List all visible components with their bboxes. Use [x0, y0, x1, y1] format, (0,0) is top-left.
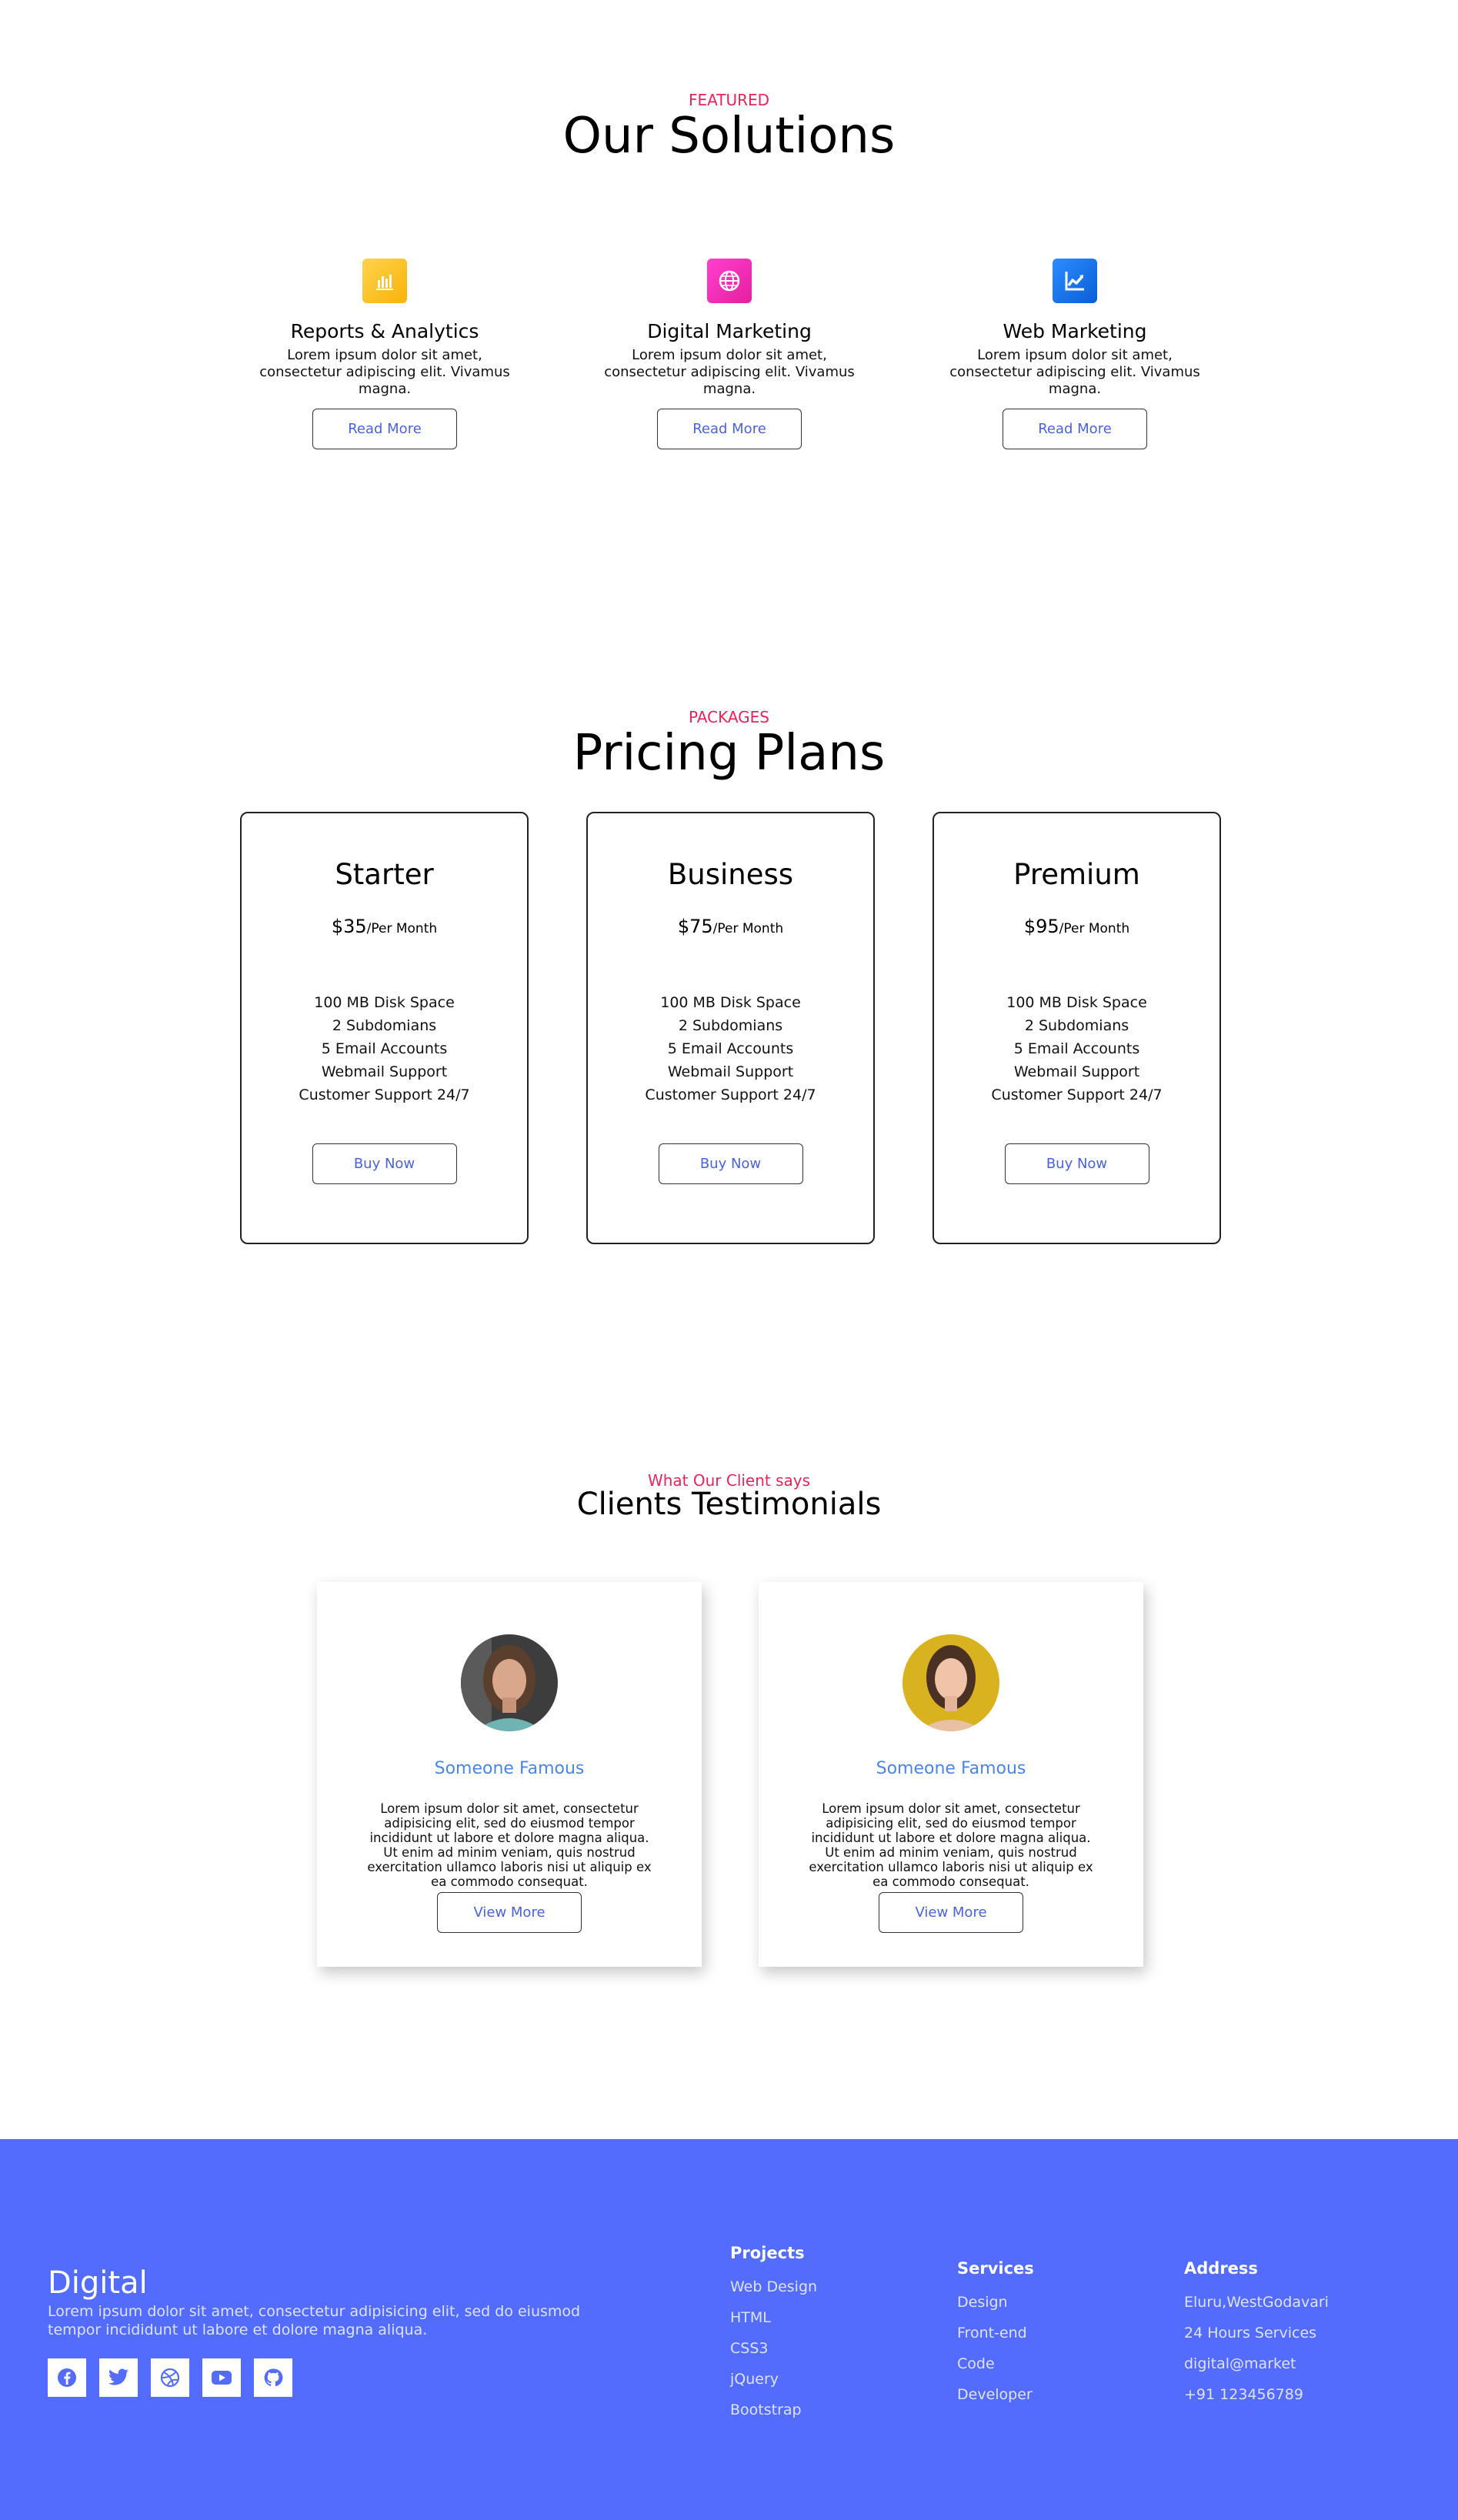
facebook-icon[interactable]	[48, 2358, 86, 2397]
feature-item: Customer Support 24/7	[299, 1086, 470, 1103]
address-line: 24 Hours Services	[1184, 2325, 1317, 2341]
buy-now-button[interactable]: Buy Now	[1004, 1143, 1149, 1184]
testimonial-name: Someone Famous	[876, 1759, 1026, 1778]
footer-projects: Projects Web Design HTML CSS3 jQuery Boo…	[730, 2244, 817, 2425]
pricing-title: Pricing Plans	[572, 725, 886, 782]
address-line: Eluru,WestGodavari	[1184, 2294, 1329, 2311]
feature-item: 100 MB Disk Space	[314, 994, 455, 1011]
footer-projects-title: Projects	[730, 2244, 805, 2262]
solution-desc: Lorem ipsum dolor sit amet, consectetur …	[259, 347, 510, 397]
plan-price: $95/Per Month	[934, 916, 1219, 937]
dribbble-icon[interactable]	[151, 2358, 189, 2397]
feature-item: 2 Subdomians	[1024, 1017, 1129, 1034]
solution-title: Web Marketing	[1003, 320, 1147, 342]
price-amount: $35	[331, 916, 367, 937]
footer-link[interactable]: Developer	[957, 2379, 1034, 2410]
footer: Digital Lorem ipsum dolor sit amet, cons…	[0, 2139, 1458, 2520]
footer-address-title: Address	[1184, 2259, 1258, 2278]
solutions-title: Our Solutions	[562, 108, 896, 165]
avatar	[902, 1634, 999, 1731]
footer-services: Services Design Front-end Code Developer	[957, 2259, 1034, 2410]
pricing-eyebrow: PACKAGES	[689, 708, 769, 726]
solution-title: Digital Marketing	[647, 320, 812, 342]
feature-item: 100 MB Disk Space	[1006, 994, 1147, 1011]
footer-brand: Digital	[48, 2265, 148, 2301]
footer-link[interactable]: Front-end	[957, 2318, 1034, 2348]
feature-item: 5 Email Accounts	[667, 1040, 794, 1057]
twitter-icon[interactable]	[99, 2358, 138, 2397]
footer-description: Lorem ipsum dolor sit amet, consectetur …	[48, 2303, 581, 2338]
feature-item: Customer Support 24/7	[991, 1086, 1163, 1103]
solution-card-web-marketing: Web Marketing Lorem ipsum dolor sit amet…	[929, 259, 1221, 449]
trending-chart-icon	[1053, 259, 1097, 303]
testimonial-card: Someone Famous Lorem ipsum dolor sit ame…	[317, 1582, 702, 1967]
solution-card-reports: Reports & Analytics Lorem ipsum dolor si…	[239, 259, 531, 449]
feature-item: 2 Subdomians	[678, 1017, 783, 1034]
solutions-eyebrow: FEATURED	[688, 91, 770, 109]
feature-list: 100 MB Disk Space 2 Subdomians 5 Email A…	[588, 991, 873, 1106]
plan-name: Starter	[335, 858, 434, 891]
plan-price: $35/Per Month	[242, 916, 527, 937]
buy-now-button[interactable]: Buy Now	[658, 1143, 803, 1184]
footer-link[interactable]: HTML	[730, 2302, 817, 2333]
footer-services-title: Services	[957, 2259, 1034, 2278]
plan-name: Premium	[1013, 858, 1140, 891]
solution-card-digital-marketing: Digital Marketing Lorem ipsum dolor sit …	[583, 259, 876, 449]
read-more-button[interactable]: Read More	[1003, 409, 1147, 449]
footer-link[interactable]: jQuery	[730, 2364, 817, 2395]
globe-icon	[707, 259, 752, 303]
feature-item: 2 Subdomians	[332, 1017, 437, 1034]
feature-item: 5 Email Accounts	[321, 1040, 448, 1057]
footer-link[interactable]: Design	[957, 2287, 1034, 2318]
feature-item: Webmail Support	[1013, 1063, 1140, 1080]
plan-price: $75/Per Month	[588, 916, 873, 937]
pricing-card-premium: Premium $95/Per Month 100 MB Disk Space …	[933, 812, 1221, 1244]
footer-link[interactable]: Bootstrap	[730, 2395, 817, 2425]
feature-item: 5 Email Accounts	[1013, 1040, 1140, 1057]
price-amount: $95	[1023, 916, 1059, 937]
feature-item: Webmail Support	[321, 1063, 448, 1080]
solution-title: Reports & Analytics	[290, 320, 479, 342]
testimonial-card: Someone Famous Lorem ipsum dolor sit ame…	[759, 1582, 1143, 1967]
solution-desc: Lorem ipsum dolor sit amet, consectetur …	[604, 347, 855, 397]
price-period: /Per Month	[1059, 921, 1130, 936]
footer-link[interactable]: Code	[957, 2348, 1034, 2379]
social-links	[48, 2358, 292, 2397]
feature-item: 100 MB Disk Space	[660, 994, 801, 1011]
testimonial-text: Lorem ipsum dolor sit amet, consectetur …	[367, 1801, 652, 1889]
testimonial-name: Someone Famous	[434, 1759, 585, 1778]
price-amount: $75	[677, 916, 713, 937]
footer-link[interactable]: Web Design	[730, 2271, 817, 2302]
price-period: /Per Month	[366, 921, 438, 936]
view-more-button[interactable]: View More	[437, 1892, 582, 1933]
testimonials-title: Clients Testimonials	[576, 1487, 882, 1522]
testimonial-text: Lorem ipsum dolor sit amet, consectetur …	[809, 1801, 1093, 1889]
footer-address: Address Eluru,WestGodavari 24 Hours Serv…	[1184, 2259, 1329, 2410]
view-more-button[interactable]: View More	[879, 1892, 1023, 1933]
youtube-icon[interactable]	[202, 2358, 241, 2397]
buy-now-button[interactable]: Buy Now	[312, 1143, 457, 1184]
feature-item: Customer Support 24/7	[645, 1086, 816, 1103]
avatar	[461, 1634, 558, 1731]
pricing-card-starter: Starter $35/Per Month 100 MB Disk Space …	[240, 812, 529, 1244]
footer-link[interactable]: CSS3	[730, 2333, 817, 2364]
feature-item: Webmail Support	[667, 1063, 794, 1080]
bar-chart-icon	[362, 259, 407, 303]
solution-desc: Lorem ipsum dolor sit amet, consectetur …	[949, 347, 1200, 397]
address-email: digital@market	[1184, 2355, 1296, 2372]
feature-list: 100 MB Disk Space 2 Subdomians 5 Email A…	[934, 991, 1219, 1106]
pricing-card-business: Business $75/Per Month 100 MB Disk Space…	[586, 812, 875, 1244]
address-phone: +91 123456789	[1184, 2386, 1303, 2403]
github-icon[interactable]	[254, 2358, 292, 2397]
read-more-button[interactable]: Read More	[312, 409, 457, 449]
plan-name: Business	[667, 858, 794, 891]
read-more-button[interactable]: Read More	[657, 409, 802, 449]
feature-list: 100 MB Disk Space 2 Subdomians 5 Email A…	[242, 991, 527, 1106]
price-period: /Per Month	[712, 921, 784, 936]
